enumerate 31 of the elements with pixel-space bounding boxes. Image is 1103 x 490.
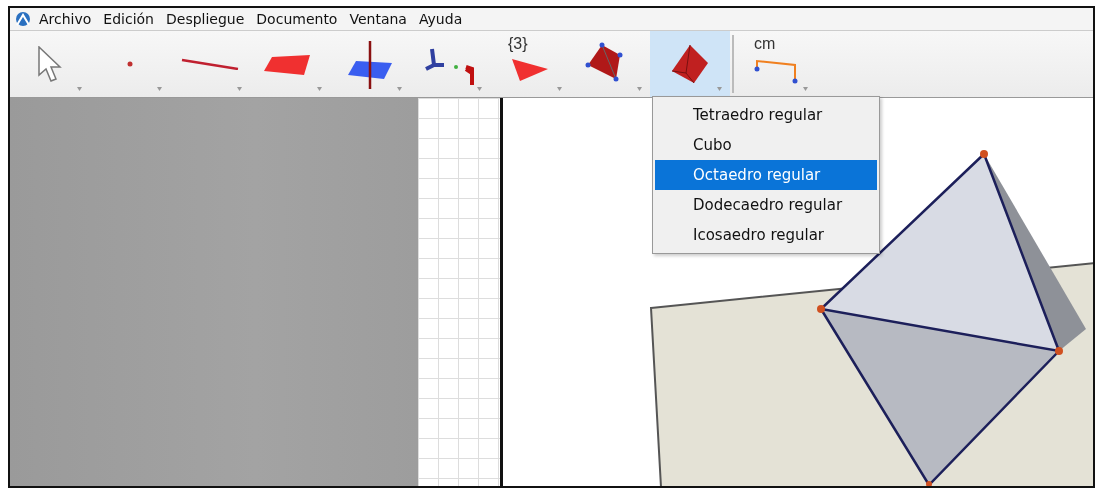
- menu-item[interactable]: Archivo: [34, 11, 97, 27]
- menu-item[interactable]: Edición: [98, 11, 159, 27]
- caret-icon: [397, 87, 402, 91]
- toolbar-button[interactable]: [650, 31, 730, 97]
- arrow-pointer-icon: [38, 46, 62, 82]
- dropdown-item[interactable]: Octaedro regular: [655, 160, 877, 190]
- caret-icon: [717, 87, 722, 91]
- dropdown-item[interactable]: Cubo: [655, 130, 877, 160]
- caret-icon: [77, 87, 82, 91]
- caret-icon: [157, 87, 162, 91]
- tool-label: cm: [754, 35, 776, 53]
- caret-icon: [637, 87, 642, 91]
- dropdown-item[interactable]: Icosaedro regular: [655, 220, 877, 250]
- caret-icon: [803, 87, 808, 91]
- caret-icon: [477, 87, 482, 91]
- dropdown-item[interactable]: Dodecaedro regular: [655, 190, 877, 220]
- menu-item[interactable]: Documento: [251, 11, 343, 27]
- dropdown-item[interactable]: Tetraedro regular: [655, 100, 877, 130]
- toolbar-button[interactable]: {3}: [490, 31, 570, 97]
- menu-item[interactable]: Ayuda: [413, 11, 468, 27]
- menu-item[interactable]: Despliegue: [161, 11, 250, 27]
- toolbar-button[interactable]: cm: [736, 31, 816, 97]
- line-icon: [181, 58, 239, 70]
- measure-segment-icon: [754, 58, 798, 84]
- caret-icon: [237, 87, 242, 91]
- caret-icon: [317, 87, 322, 91]
- triangle-icon: [512, 59, 548, 81]
- caret-icon: [557, 87, 562, 91]
- point-icon: [127, 61, 133, 67]
- menu-item[interactable]: Ventana: [344, 11, 412, 27]
- tool-label: {3}: [508, 35, 528, 53]
